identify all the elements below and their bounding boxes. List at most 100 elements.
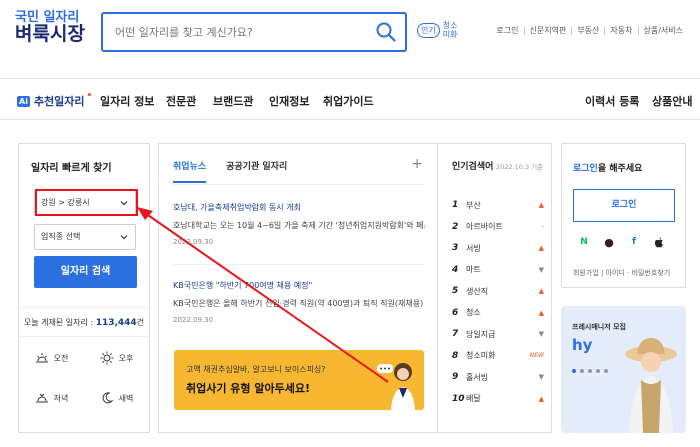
account-links[interactable]: 회원가입 | 아이디 · 비밀번호찾기 — [573, 268, 670, 278]
job-search-button[interactable]: 일자리 검색 — [34, 256, 137, 288]
search-icon[interactable] — [375, 21, 397, 43]
delivery-woman-illustration-icon — [625, 338, 677, 433]
quick-search-panel: 일자리 빠르게 찾기 강원 > 강릉시 업직종 선택 일자리 검색 오늘 게재된… — [18, 143, 150, 433]
sun-icon — [100, 351, 114, 365]
nav-item-resume[interactable]: 이력서 등록 — [585, 93, 639, 109]
time-filter-dawn[interactable]: 새벽 — [84, 378, 149, 418]
chevron-down-icon — [120, 235, 128, 240]
rank-keyword: 청소미화 — [466, 351, 496, 360]
nav-item-talent[interactable]: 인재정보 — [269, 93, 309, 109]
news-headline[interactable]: 호남대, 가을축제취업박람회 동시 개최 — [173, 202, 425, 213]
logo-line2: 벼룩시장 — [15, 22, 85, 45]
trend-indicator: ▲ — [538, 244, 544, 252]
news-item[interactable]: KB국민은행 "하반기 700여명 채용 예정" KB국민은행은 올해 하반기 … — [173, 280, 425, 324]
news-panel: 취업뉴스 공공기관 일자리 + 호남대, 가을축제취업박람회 동시 개최 호남대… — [158, 143, 437, 433]
rank-keyword: 배달 — [466, 394, 481, 403]
trend-indicator: ▼ — [538, 330, 544, 338]
tab-job-news[interactable]: 취업뉴스 — [173, 159, 207, 183]
moon-icon — [102, 392, 114, 404]
nav-item-guide[interactable]: 취업가이드 — [323, 93, 374, 109]
rank-keyword: 아르바이트 — [466, 222, 503, 231]
site-logo[interactable]: 국민 일자리 벼룩시장 — [15, 11, 85, 45]
rank-number: 7 — [452, 329, 459, 339]
search-input[interactable] — [103, 14, 363, 50]
rank-keyword: 마트 — [466, 265, 481, 274]
nav-item-specialty[interactable]: 전문관 — [166, 93, 196, 109]
kakao-icon[interactable]: ● — [603, 236, 615, 249]
popular-keyword-item[interactable]: 7 당일지급 ▼ — [452, 326, 544, 342]
top-link-newspaper[interactable]: 신문지역판 — [523, 26, 572, 35]
sunset-icon — [35, 393, 48, 403]
popular-keyword-item[interactable]: 9 홀서빙 ▼ — [452, 369, 544, 385]
today-job-count: 오늘 게재된 일자리 : 113,444건 — [19, 307, 149, 337]
time-filter-afternoon[interactable]: 오후 — [84, 338, 149, 378]
new-dot-icon: • — [86, 91, 93, 101]
more-plus-icon[interactable]: + — [411, 156, 423, 172]
nav-ai-recommend[interactable]: Ai 추천일자리 • — [17, 91, 94, 109]
trend-indicator: - — [541, 222, 544, 231]
news-date: 2022.09.30 — [173, 238, 214, 246]
rank-keyword: 부산 — [466, 200, 481, 210]
ai-icon: Ai — [17, 95, 30, 107]
time-filter-morning[interactable]: 오전 — [19, 338, 84, 378]
rank-keyword: 서빙 — [466, 243, 481, 253]
rank-number: 6 — [452, 307, 459, 318]
top-link-goods[interactable]: 상품/서비스 — [637, 26, 689, 35]
nav-item-jobs[interactable]: 일자리 정보 — [100, 93, 154, 109]
popular-keyword-item[interactable]: 10 배달 ▲ — [452, 391, 544, 407]
popular-keyword-item[interactable]: 3 서빙 ▲ — [452, 240, 544, 256]
facebook-icon[interactable]: f — [628, 236, 640, 248]
login-panel: 로그인을 해주세요 로그인 N ● f 회원가입 | 아이디 · 비밀번호찾기 — [561, 143, 686, 288]
rank-number: 4 — [452, 264, 459, 275]
popular-keyword-ticker[interactable]: 인기 청소 미화 — [417, 21, 457, 40]
nav-item-products[interactable]: 상품안내 — [652, 93, 692, 109]
apple-icon[interactable] — [653, 236, 665, 248]
trend-indicator: ▼ — [538, 265, 544, 274]
rank-number: 10 — [452, 393, 465, 404]
nav-item-brand[interactable]: 브랜드관 — [213, 93, 253, 109]
sunrise-icon — [35, 353, 48, 363]
rank-number: 9 — [452, 372, 459, 382]
popular-keyword-item[interactable]: 4 마트 ▼ — [452, 262, 544, 278]
popular-keyword-item[interactable]: 6 청소 ▲ — [452, 305, 544, 321]
popular-keyword-item[interactable]: 5 생산직 ▲ — [452, 283, 544, 299]
trend-indicator: ▲ — [538, 287, 544, 295]
login-button[interactable]: 로그인 — [573, 189, 675, 222]
news-item[interactable]: 호남대, 가을축제취업박람회 동시 개최 호남대학교는 오는 10월 4~6일 … — [173, 202, 425, 246]
divider — [173, 264, 423, 265]
top-link-realestate[interactable]: 부동산 — [571, 26, 604, 35]
top-link-car[interactable]: 자동차 — [604, 26, 637, 35]
rank-number: 2 — [452, 221, 459, 232]
nav-ai-label: 추천일자리 — [33, 95, 85, 108]
tab-public-jobs[interactable]: 공공기관 일자리 — [226, 159, 287, 183]
popular-keyword-item[interactable]: 2 아르바이트 - — [452, 219, 544, 235]
quick-search-title: 일자리 빠르게 찾기 — [31, 163, 112, 174]
news-headline[interactable]: KB국민은행 "하반기 700여명 채용 예정" — [173, 280, 425, 291]
naver-icon[interactable]: N — [578, 236, 590, 248]
rank-number: 5 — [452, 286, 459, 296]
rank-number: 8 — [452, 350, 459, 361]
search-box — [101, 12, 407, 52]
popular-title: 인기검색어 — [452, 162, 494, 172]
popular-keyword-item[interactable]: 1 부산 ▲ — [452, 197, 544, 213]
trend-indicator: ▲ — [538, 394, 544, 403]
trend-indicator: ▲ — [538, 201, 544, 209]
main-nav: Ai 추천일자리 • 일자리 정보 전문관 브랜드관 인재정보 취업가이드 이력… — [0, 78, 700, 120]
top-link-login[interactable]: 로그인 — [491, 26, 523, 35]
divider — [173, 184, 423, 185]
rank-number: 1 — [452, 200, 459, 210]
popular-keyword-item[interactable]: 8 청소미화 NEW — [452, 348, 544, 364]
news-body: KB국민은행은 올해 하반기 신입·경력 직원(약 400명)과 퇴직 직원(재… — [173, 299, 425, 308]
promo-brand: hy — [572, 336, 593, 354]
fraud-warning-banner[interactable]: 고액 채권추심알바, 알고보니 보이스피싱? 취업사기 유형 알아두세요! — [174, 350, 424, 410]
rank-keyword: 생산직 — [466, 286, 489, 296]
fresh-manager-promo[interactable]: 프레시매니저 모집 hy — [561, 306, 686, 433]
carousel-dots[interactable] — [572, 369, 608, 373]
annotation-highlight-box — [35, 189, 138, 216]
job-category-select[interactable]: 업직종 선택 — [34, 224, 136, 250]
time-filter-evening[interactable]: 저녁 — [19, 378, 84, 418]
login-prompt: 로그인을 해주세요 — [573, 164, 643, 174]
trend-indicator: ▲ — [538, 308, 544, 317]
popular-badge: 인기 — [417, 23, 440, 39]
news-tabs: 취업뉴스 공공기관 일자리 — [173, 159, 287, 183]
